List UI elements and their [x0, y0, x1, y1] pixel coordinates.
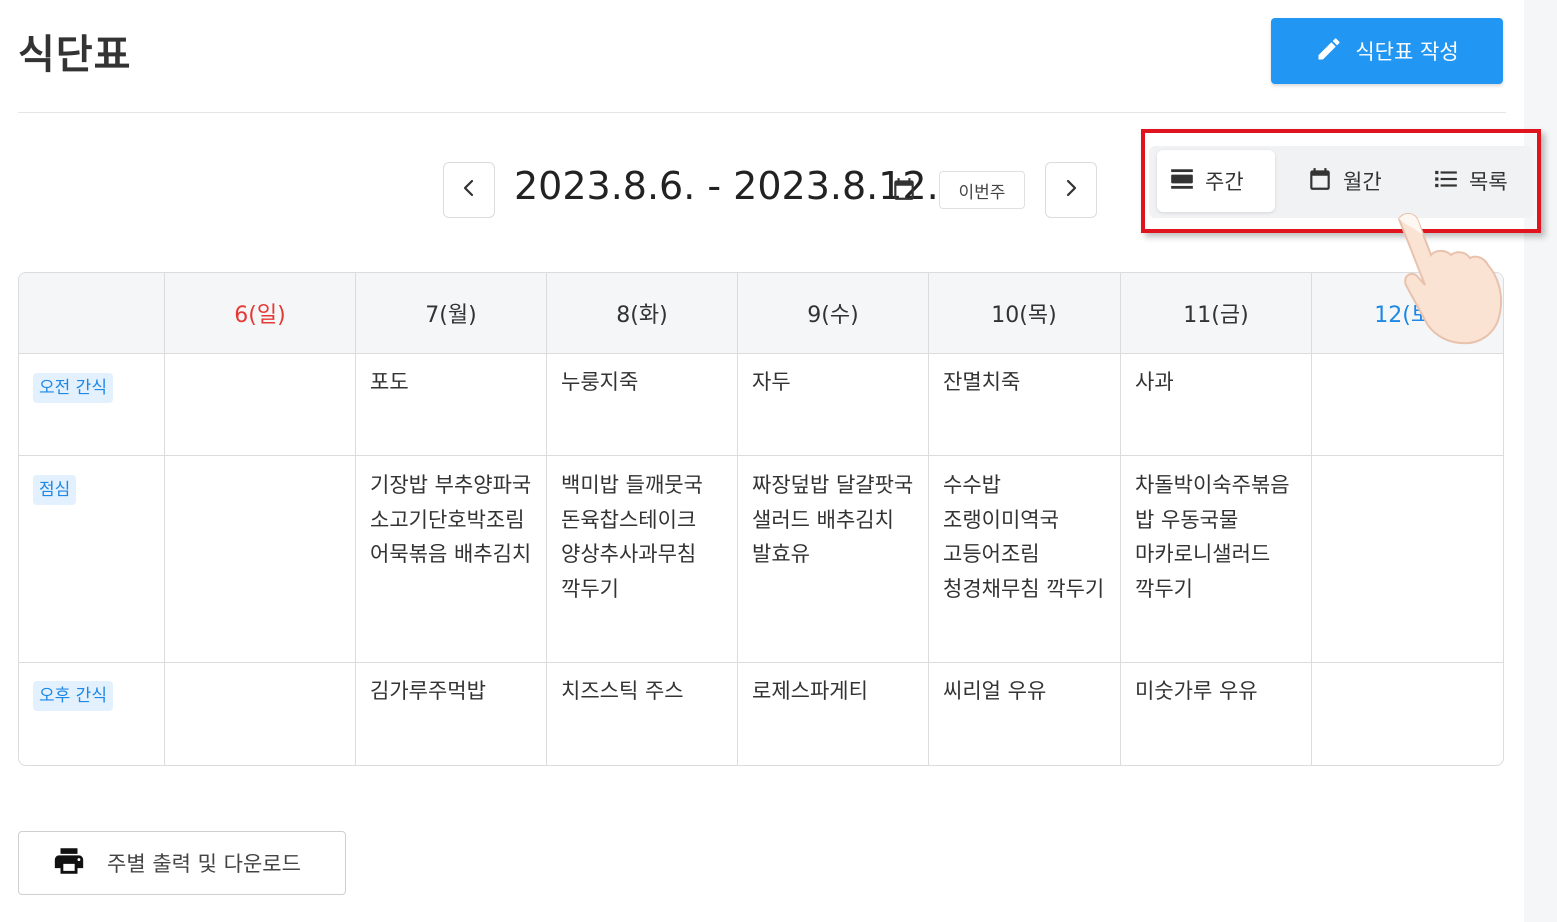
- column-divider: [546, 273, 547, 765]
- next-week-button[interactable]: [1045, 162, 1097, 218]
- date-range: 2023.8.6. - 2023.8.12.: [514, 164, 939, 208]
- menu-cell[interactable]: 자두: [752, 365, 916, 400]
- day-header-wednesday: 9(수): [807, 303, 859, 328]
- day-header-sunday: 6(일): [234, 303, 286, 328]
- day-header-thursday: 10(목): [991, 303, 1057, 328]
- header-divider: [18, 112, 1506, 113]
- column-divider: [355, 273, 356, 765]
- day-header-monday: 7(월): [425, 303, 477, 328]
- column-divider: [928, 273, 929, 765]
- menu-cell[interactable]: 차돌박이숙주볶음밥 우동국물 마카로니샐러드 깍두기: [1135, 468, 1299, 606]
- column-divider: [164, 273, 165, 765]
- menu-cell[interactable]: 수수밥 조랭이미역국 고등어조림 청경채무침 깍두기: [943, 468, 1107, 606]
- menu-cell[interactable]: 로제스파게티: [752, 674, 916, 709]
- calendar-picker-icon[interactable]: [891, 176, 917, 206]
- menu-cell[interactable]: 김가루주먹밥: [370, 674, 534, 709]
- menu-cell[interactable]: 포도: [370, 365, 534, 400]
- page-title: 식단표: [18, 32, 132, 78]
- meal-table: 6(일) 7(월) 8(화) 9(수) 10(목) 11(금) 12(토) 오전…: [18, 272, 1504, 766]
- row-divider: [19, 662, 1503, 663]
- meal-tag-afternoon-snack: 오후 간식: [33, 681, 113, 711]
- menu-cell[interactable]: 치즈스틱 주스: [561, 674, 725, 709]
- day-header-friday: 11(금): [1183, 303, 1249, 328]
- printer-icon: [51, 844, 87, 883]
- menu-cell[interactable]: 사과: [1135, 365, 1299, 400]
- menu-cell[interactable]: 백미밥 들깨뭇국 돈육찹스테이크 양상추사과무침 깍두기: [561, 468, 725, 606]
- meal-tag-morning-snack: 오전 간식: [33, 373, 113, 403]
- menu-cell[interactable]: 누룽지죽: [561, 365, 725, 400]
- column-divider: [1311, 273, 1312, 765]
- this-week-button[interactable]: 이번주: [939, 171, 1025, 209]
- pencil-icon: [1315, 35, 1343, 68]
- write-menu-button[interactable]: 식단표 작성: [1271, 18, 1503, 84]
- chevron-left-icon: [461, 178, 477, 202]
- column-divider: [737, 273, 738, 765]
- menu-cell[interactable]: 기장밥 부추양파국 소고기단호박조림 어묵볶음 배추김치: [370, 468, 534, 572]
- column-divider: [1120, 273, 1121, 765]
- pointing-hand-icon: [1385, 205, 1510, 354]
- print-download-label: 주별 출력 및 다운로드: [107, 852, 301, 876]
- prev-week-button[interactable]: [443, 162, 495, 218]
- write-menu-label: 식단표 작성: [1355, 40, 1459, 64]
- menu-cell[interactable]: 씨리얼 우유: [943, 674, 1107, 709]
- menu-cell[interactable]: 짜장덮밥 달걀팟국 샐러드 배추김치 발효유: [752, 468, 916, 572]
- menu-cell[interactable]: 잔멸치죽: [943, 365, 1107, 400]
- chevron-right-icon: [1063, 178, 1079, 202]
- day-header-tuesday: 8(화): [616, 303, 668, 328]
- print-download-button[interactable]: 주별 출력 및 다운로드: [18, 831, 346, 895]
- row-divider: [19, 455, 1503, 456]
- menu-cell[interactable]: 미숫가루 우유: [1135, 674, 1299, 709]
- meal-tag-lunch: 점심: [33, 475, 77, 505]
